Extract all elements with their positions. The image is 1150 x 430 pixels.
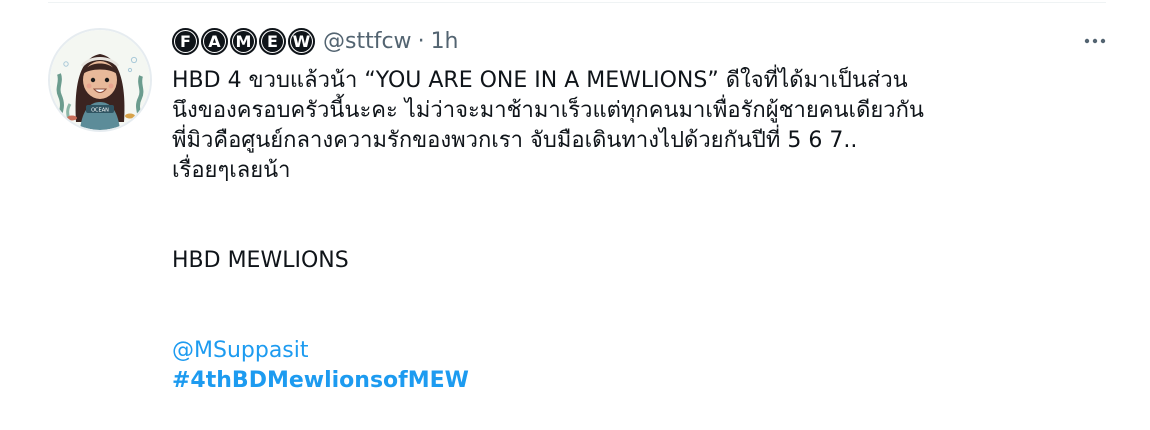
tweet-text-line: เรื่อยๆเลยน้า — [172, 158, 291, 183]
tweet-timestamp[interactable]: 1h — [431, 29, 459, 54]
tweet-header: F A M E W @sttfcw · 1h — [172, 26, 459, 56]
separator-dot: · — [417, 28, 425, 54]
hashtag-link[interactable]: #4thBDMewlionsofMEW — [172, 366, 1132, 396]
avatar-shirt-label: OCEAN — [91, 108, 109, 114]
tweet-text-line: HBD 4 ขวบแล้วน้า “YOU ARE ONE IN A MEWLI… — [172, 68, 908, 93]
display-name-letter: E — [259, 27, 286, 55]
user-handle[interactable]: @sttfcw — [323, 29, 412, 54]
mention-link[interactable]: @MSuppasit — [172, 336, 1132, 366]
tweet-text-line: นึงของครอบครัวนี้นะคะ ไม่ว่าจะมาช้ามาเร็… — [172, 98, 924, 123]
display-name[interactable]: F A M E W — [172, 27, 315, 55]
display-name-letter: M — [230, 27, 257, 55]
more-horizontal-icon — [1084, 38, 1106, 44]
tweet-text-line: พี่มิวคือศูนย์กลางความรักของพวกเรา จับมื… — [172, 128, 858, 153]
avatar[interactable]: OCEAN — [48, 28, 152, 132]
top-divider — [48, 2, 1106, 3]
display-name-letter: A — [201, 27, 228, 55]
display-name-letter: F — [172, 27, 199, 55]
more-options-button[interactable] — [1080, 30, 1110, 52]
tweet-text: HBD 4 ขวบแล้วน้า “YOU ARE ONE IN A MEWLI… — [172, 66, 1132, 396]
tweet-text-line: HBD MEWLIONS — [172, 248, 349, 273]
display-name-letter: W — [288, 27, 315, 55]
avatar-illustration: OCEAN — [50, 30, 150, 130]
